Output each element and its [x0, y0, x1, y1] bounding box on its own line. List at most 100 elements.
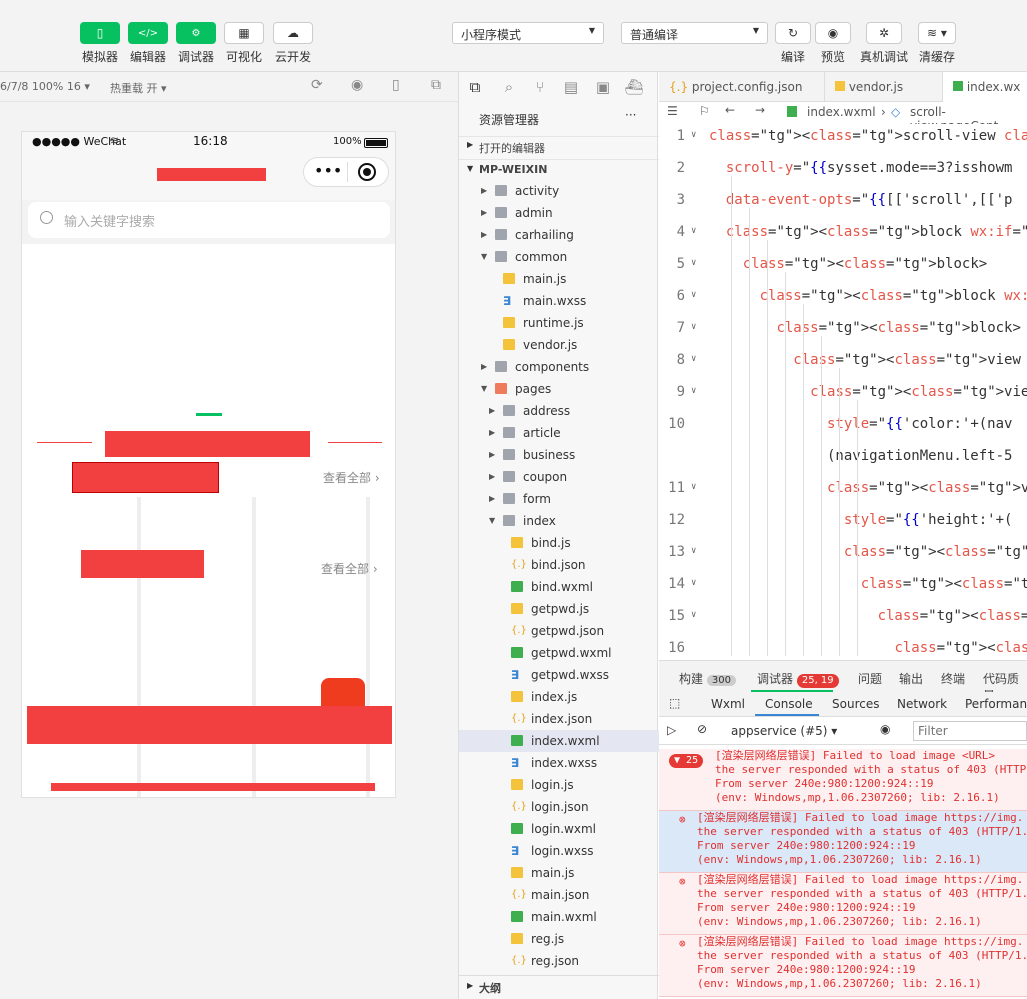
file-item[interactable]: main.js	[459, 268, 659, 290]
tab-output[interactable]: 输出	[899, 670, 923, 687]
file-item[interactable]: {.} login.json	[459, 796, 659, 818]
code-editor[interactable]: 1 ∨ class="tg"><class="tg">scroll-view cla…	[659, 124, 1027, 660]
fold-icon[interactable]: ∨	[691, 322, 696, 332]
folder-item[interactable]: ▶ article	[459, 422, 659, 444]
forward-arrow-icon[interactable]: →	[755, 103, 765, 117]
folder-item[interactable]: ▶ admin	[459, 202, 659, 224]
more-dots-icon[interactable]: •••	[314, 161, 342, 180]
file-item[interactable]: ∃ main.wxss	[459, 290, 659, 312]
folder-item[interactable]: ▶ activity	[459, 180, 659, 202]
tab-vendor-js[interactable]: vendor.js	[825, 72, 943, 102]
file-item[interactable]: index.js	[459, 686, 659, 708]
breadcrumb-file[interactable]: index.wxml	[807, 105, 876, 119]
tab-debugger[interactable]: 调试器 25, 19	[757, 670, 839, 688]
folder-item[interactable]: ▶ coupon	[459, 466, 659, 488]
visual-button[interactable]: ▦	[224, 22, 264, 44]
console-error-entry[interactable]: ⊗ [渲染层网络层错误] Failed to load image https:/…	[659, 935, 1027, 997]
tab-console[interactable]: Console	[765, 697, 813, 711]
fold-icon[interactable]: ∨	[691, 258, 696, 268]
file-item[interactable]: ∃ getpwd.wxss	[459, 664, 659, 686]
file-item[interactable]: reg.js	[459, 928, 659, 950]
sidebar-toggle-icon[interactable]: ▷	[667, 723, 676, 737]
files-icon[interactable]: ⧉	[464, 72, 486, 102]
clear-cache-button[interactable]: ≋ ▾	[918, 22, 956, 44]
compile-select[interactable]: 普通编译 ▼	[621, 22, 768, 44]
fold-icon[interactable]: ∨	[691, 290, 696, 300]
file-item[interactable]: vendor.js	[459, 334, 659, 356]
folder-item[interactable]: ▶ address	[459, 400, 659, 422]
console-filter-input[interactable]	[913, 721, 1027, 741]
open-editors-section[interactable]: ▶ 打开的编辑器	[459, 136, 659, 156]
fold-icon[interactable]: ∨	[691, 610, 696, 620]
bookmark-icon[interactable]: ⚐	[699, 104, 710, 118]
console-error-entry[interactable]: ▼ 25 [渲染层网络层错误] Failed to load image <URL…	[659, 749, 1027, 811]
tab-sources[interactable]: Sources	[832, 697, 879, 711]
eye-icon[interactable]: ◉	[880, 722, 890, 736]
file-item[interactable]: getpwd.wxml	[459, 642, 659, 664]
file-item[interactable]: index.wxml	[459, 730, 659, 752]
record-icon[interactable]: ◉	[351, 77, 363, 93]
capsule-button[interactable]: •••	[303, 157, 389, 187]
fold-icon[interactable]: ∨	[691, 546, 696, 556]
outline-section[interactable]: ▶ 大纲	[459, 975, 659, 999]
file-item[interactable]: ∃ index.wxss	[459, 752, 659, 774]
file-item[interactable]: {.} index.json	[459, 708, 659, 730]
project-section[interactable]: ▼ MP-WEIXIN	[459, 159, 659, 181]
mode-select[interactable]: 小程序模式 ▼	[452, 22, 604, 44]
fold-icon[interactable]: ∨	[691, 578, 696, 588]
fold-icon[interactable]: ∨	[691, 482, 696, 492]
file-item[interactable]: login.js	[459, 774, 659, 796]
file-item[interactable]: ∃ login.wxss	[459, 840, 659, 862]
tab-index-wxml[interactable]: index.wx	[943, 72, 1027, 102]
search-icon[interactable]: ⌕	[498, 72, 520, 102]
tab-project-config[interactable]: {.} project.config.json	[659, 72, 825, 102]
fold-icon[interactable]: ∨	[691, 354, 696, 364]
file-item[interactable]: bind.wxml	[459, 576, 659, 598]
folder-item[interactable]: ▼ common	[459, 246, 659, 268]
more-icon[interactable]: ···	[625, 108, 636, 122]
context-select[interactable]: appservice (#5) ▾	[731, 724, 837, 738]
file-item[interactable]: {.} bind.json	[459, 554, 659, 576]
search-input[interactable]: 输入关键字搜索	[28, 202, 390, 238]
simulator-toggle-button[interactable]: ▯	[80, 22, 120, 44]
tab-terminal[interactable]: 终端	[941, 670, 965, 687]
file-item[interactable]: runtime.js	[459, 312, 659, 334]
folder-item[interactable]: ▶ components	[459, 356, 659, 378]
file-item[interactable]: login.wxml	[459, 818, 659, 840]
preview-button[interactable]: ◉	[815, 22, 851, 44]
debug-panel-icon[interactable]: ▣	[592, 72, 614, 102]
console-error-entry[interactable]: ⊗ [渲染层网络层错误] Failed to load image https:/…	[659, 811, 1027, 873]
compile-button[interactable]: ↻	[775, 22, 811, 44]
hot-reload-toggle[interactable]: 热重载 开 ▾	[110, 80, 167, 96]
docker-icon[interactable]: ⛴	[623, 72, 645, 102]
folder-item[interactable]: ▶ carhailing	[459, 224, 659, 246]
tab-performance[interactable]: Performanc	[965, 697, 1027, 711]
remote-debug-button[interactable]: ✲	[866, 22, 902, 44]
cloud-dev-button[interactable]: ☁	[273, 22, 313, 44]
error-group-badge[interactable]: ▼ 25	[669, 754, 704, 768]
file-item[interactable]: {.} getpwd.json	[459, 620, 659, 642]
see-all-link-1[interactable]: 查看全部 ›	[323, 469, 380, 486]
source-control-icon[interactable]: ⑂	[529, 72, 551, 102]
see-all-link-2[interactable]: 查看全部 ›	[321, 560, 378, 577]
fold-icon[interactable]: ∨	[691, 130, 696, 140]
list-icon[interactable]: ☰	[667, 104, 678, 118]
phone-icon[interactable]: ▯	[392, 77, 400, 93]
file-item[interactable]: {.} main.json	[459, 884, 659, 906]
console-error-entry[interactable]: ⊗ [渲染层网络层错误] Failed to load image https:/…	[659, 873, 1027, 935]
back-arrow-icon[interactable]: ←	[725, 103, 735, 117]
folder-item[interactable]: ▶ form	[459, 488, 659, 510]
fold-icon[interactable]: ∨	[691, 386, 696, 396]
debugger-toggle-button[interactable]: ⚙	[176, 22, 216, 44]
folder-item[interactable]: ▼ index	[459, 510, 659, 532]
device-select[interactable]: 6/7/8 100% 16 ▾	[0, 80, 90, 93]
editor-toggle-button[interactable]: </>	[128, 22, 168, 44]
inspect-icon[interactable]: ⬚	[669, 696, 680, 710]
file-item[interactable]: bind.js	[459, 532, 659, 554]
file-item[interactable]: main.js	[459, 862, 659, 884]
folder-item[interactable]: ▼ pages	[459, 378, 659, 400]
tab-wxml[interactable]: Wxml	[711, 697, 745, 711]
fold-icon[interactable]: ∨	[691, 226, 696, 236]
rotate-icon[interactable]: ⟳	[311, 77, 323, 93]
extensions-icon[interactable]: ▤	[560, 72, 582, 102]
